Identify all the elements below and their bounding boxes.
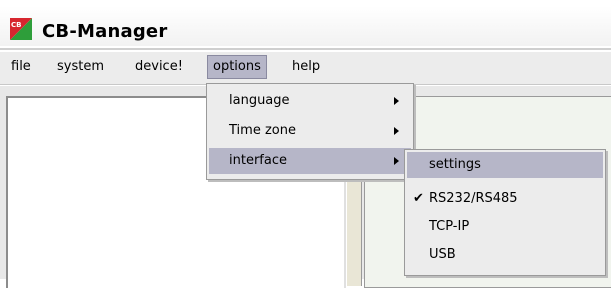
menu-help[interactable]: help [287,56,325,78]
menu-file[interactable]: file [6,56,36,78]
menu-item-label: RS232/RS485 [429,191,518,206]
title-bar: CB CB-Manager [0,6,611,46]
interface-submenu: settings ✔ RS232/RS485 TCP-IP USB [404,149,606,276]
menu-item-label: TCP-IP [429,219,470,234]
menu-item-time-zone[interactable]: Time zone [209,118,411,144]
menu-system[interactable]: system [52,56,109,78]
menu-item-label: settings [429,157,481,172]
title-separator [0,48,611,50]
menu-item-usb[interactable]: USB [407,242,603,268]
menu-item-tcp-ip[interactable]: TCP-IP [407,214,603,240]
menu-item-settings[interactable]: settings [407,152,603,178]
svg-text:CB: CB [11,21,21,29]
menu-item-label: interface [229,153,287,168]
menu-item-interface[interactable]: interface [209,148,411,174]
submenu-arrow-icon [394,97,399,105]
menu-item-language[interactable]: language [209,88,411,114]
menu-device[interactable]: device! [130,56,188,78]
app-title: CB-Manager [42,21,168,42]
menu-bar: file system device! options help [0,52,611,84]
submenu-arrow-icon [394,127,399,135]
app-logo-icon: CB [10,18,32,40]
submenu-arrow-icon [394,157,399,165]
menu-item-rs232-rs485[interactable]: ✔ RS232/RS485 [407,186,603,212]
options-menu: language Time zone interface [206,83,414,180]
menu-item-label: language [229,93,290,108]
checkmark-icon: ✔ [413,191,424,206]
menu-options[interactable]: options [207,55,267,79]
menu-item-label: Time zone [229,123,296,138]
menu-item-label: USB [429,247,456,262]
